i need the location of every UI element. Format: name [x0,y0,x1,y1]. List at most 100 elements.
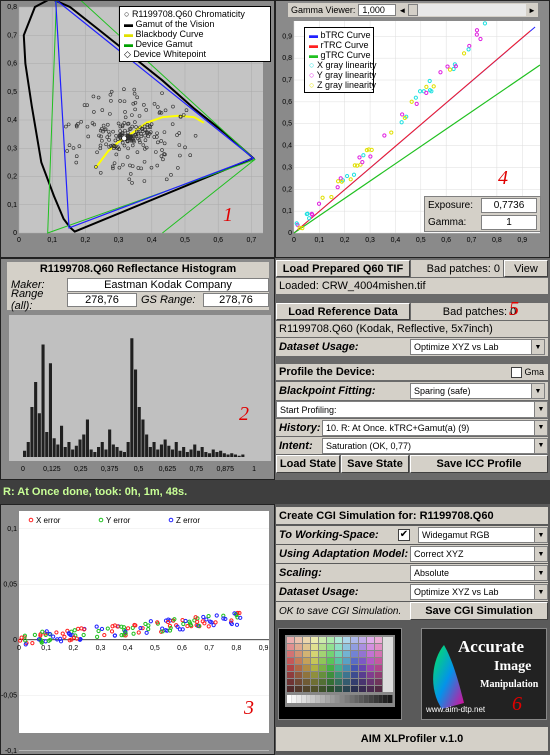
histogram-bar [134,369,138,457]
x-tick-label: 0,9 [517,237,527,244]
x-tick-label: 0,7 [204,645,214,652]
exposure-label: Exposure: [428,200,474,211]
color-patch [295,658,302,664]
grayscale-patch [368,695,374,703]
chromaticity-plot: 0 0,1 0,2 0,3 0,4 0,5 0,6 0,7 0,8 0,7 0,6 0,5 0,4 0,3… [0,0,275,258]
legend-device-gamut: ▬ Device Gamut [124,39,193,49]
histogram-bar [100,442,104,457]
y-tick-label: 0,1 [282,208,292,215]
gamma-field-value[interactable]: 1 [481,215,537,230]
color-patch [319,665,326,671]
grayscale-patch [325,695,330,703]
chevron-down-icon: ▼ [534,402,547,417]
marker-1: 1 [223,204,233,226]
legend-gamut-vision: ▬ Gamut of the Vision [124,19,215,29]
chromaticity-legend: ○ R1199708.Q60 Chromaticity ▬ Gamut of t… [119,6,271,62]
color-patch [367,651,374,657]
color-patch [335,686,342,692]
legend-rtrc: ▬ rTRC Curve [309,40,369,50]
load-reference-button[interactable]: Load Reference Data [276,303,410,320]
save-cgi-button[interactable]: Save CGI Simulation [410,602,548,620]
scaling-select[interactable]: Absolute ▼ [410,565,548,581]
cgi-dataset-select[interactable]: Optimize XYZ vs Lab ▼ [410,584,548,600]
color-patch [311,637,318,643]
load-state-button[interactable]: Load State [276,455,340,473]
profile-title: Profile the Device: [279,366,375,378]
color-patch [319,644,326,650]
save-icc-button[interactable]: Save ICC Profile [410,455,548,473]
histogram-bar [148,447,152,457]
color-patch [351,686,358,692]
color-patch [295,637,302,643]
y-tick-label: 0,1 [7,526,17,533]
histogram-bar [23,450,27,457]
histogram-bar [145,434,149,457]
y-tick-label: 0,4 [282,143,292,150]
cgi-dataset-value: Optimize XYZ vs Lab [414,587,499,597]
color-patch [303,672,310,678]
working-space-select[interactable]: Widegamut RGB ▼ [418,527,548,543]
color-patch [375,651,382,657]
x-tick-label: 0,2 [340,237,350,244]
color-patch [311,651,318,657]
y-tick-label: 0,7 [7,32,17,39]
exposure-value[interactable]: 0,7736 [481,198,537,213]
color-patch [327,686,334,692]
histogram-bar [233,454,237,457]
load-q60-button[interactable]: Load Prepared Q60 TIF [276,260,410,277]
histogram-bar [89,449,93,457]
start-profiling-select[interactable]: Start Profiling: ▼ [276,401,548,418]
x-tick-label: 0,3 [96,645,106,652]
x-tick-label: 0,2 [81,237,91,244]
x-tick-label: 0,8 [492,237,502,244]
y-tick-label: 0,6 [7,61,17,68]
color-patch [311,686,318,692]
chevron-down-icon: ▼ [534,438,547,453]
logo-line2: Image [494,659,532,674]
gma-checkbox[interactable] [511,366,523,378]
color-patch [327,672,334,678]
blackpoint-select[interactable]: Sparing (safe) ▼ [410,383,545,399]
logo-url: www.aim-dtp.net [426,705,486,714]
color-patch [367,637,374,643]
legend-blackbody: ▬ Blackbody Curve [124,29,204,39]
view-button[interactable]: View [504,260,548,277]
x-tick-label: 0 [21,466,25,473]
x-tick-label: 0,1 [41,645,51,652]
x-tick-label: 0,7 [467,237,477,244]
color-patch [327,665,334,671]
legend-x-linearity: ○ X gray linearity [309,60,377,70]
histogram-bar [193,444,197,457]
history-select[interactable]: 10. R: At Once. kTRC+Gamut(a) (9) ▼ [322,419,548,436]
color-patch [295,665,302,671]
x-tick-label: 0,9 [259,645,269,652]
target-strip [383,637,393,692]
color-patch [287,679,294,685]
color-patch [319,672,326,678]
grayscale-patch [349,695,354,703]
working-space-checkbox[interactable]: ✔ [398,529,410,541]
dataset-usage-value: Optimize XYZ vs Lab [414,342,499,352]
color-patch [303,665,310,671]
color-patch [343,665,350,671]
color-patch [343,679,350,685]
intent-value: Saturation (OK, 0,77) [326,440,412,451]
x-tick-label: 0,5 [416,237,426,244]
color-patch [335,644,342,650]
color-patch [319,651,326,657]
adaptation-select[interactable]: Correct XYZ ▼ [410,546,548,562]
marker-4: 4 [498,167,508,189]
x-tick-label: 0,1 [47,237,57,244]
y-tick-label: 0,8 [7,4,17,11]
histogram-bar [130,338,134,457]
save-state-button[interactable]: Save State [341,455,409,473]
histogram-bar [108,429,112,457]
grayscale-patch [344,695,350,703]
history-label: History: [279,421,321,434]
chevron-down-icon: ▼ [534,585,547,599]
intent-select[interactable]: Saturation (OK, 0,77) ▼ [322,437,548,454]
dataset-usage-select[interactable]: Optimize XYZ vs Lab ▼ [410,339,545,355]
color-patch [375,672,382,678]
histogram-bar [174,442,178,457]
histogram-bar [104,449,108,457]
